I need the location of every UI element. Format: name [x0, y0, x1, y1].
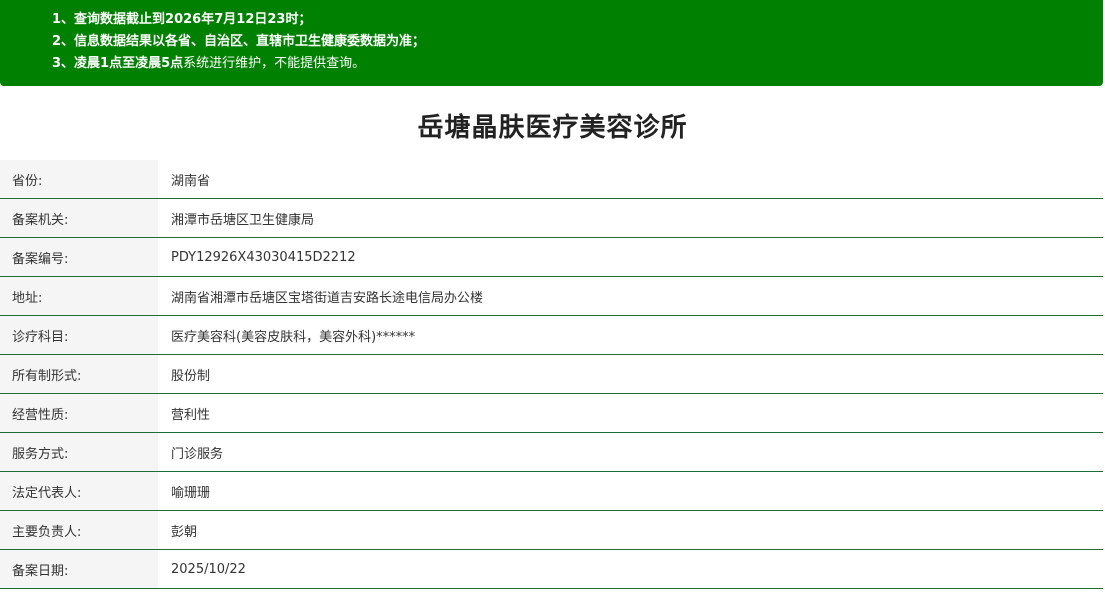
row-label-record-date: 备案日期: — [0, 549, 158, 589]
row-value-legal-representative: 喻珊珊 — [158, 471, 1103, 511]
table-row: 所有制形式: 股份制 — [0, 354, 1103, 394]
row-value-departments: 医疗美容科(美容皮肤科，美容外科)****** — [158, 315, 1103, 355]
row-value-principal: 彭朝 — [158, 510, 1103, 550]
row-label-principal: 主要负责人: — [0, 510, 158, 550]
row-value-province: 湖南省 — [158, 160, 1103, 199]
table-row: 备案机关: 湘潭市岳塘区卫生健康局 — [0, 198, 1103, 238]
row-label-address: 地址: — [0, 276, 158, 316]
table-row: 主要负责人: 彭朝 — [0, 510, 1103, 550]
notice-line-3-bold: 凌晨1点至凌晨5点 — [74, 56, 184, 71]
row-label-record-number: 备案编号: — [0, 237, 158, 277]
row-label-legal-representative: 法定代表人: — [0, 471, 158, 511]
table-row: 省份: 湖南省 — [0, 160, 1103, 199]
table-row: 经营性质: 营利性 — [0, 393, 1103, 433]
page-title: 岳塘晶肤医疗美容诊所 — [417, 113, 688, 143]
notice-line-1: 1、查询数据截止到2026年7月12日23时； — [52, 9, 1103, 31]
table-row: 法定代表人: 喻珊珊 — [0, 471, 1103, 511]
notice-line-2-text: 2、信息数据结果以各省、自治区、直辖市卫生健康委数据为准； — [52, 34, 426, 49]
row-label-departments: 诊疗科目: — [0, 315, 158, 355]
notice-line-3-suffix: 系统进行维护，不能提供查询。 — [183, 56, 366, 71]
info-table: 省份: 湖南省 备案机关: 湘潭市岳塘区卫生健康局 备案编号: PDY12926… — [0, 160, 1103, 589]
notice-banner: 1、查询数据截止到2026年7月12日23时； 2、信息数据结果以各省、自治区、… — [0, 0, 1103, 86]
row-value-ownership: 股份制 — [158, 354, 1103, 394]
table-row: 地址: 湖南省湘潭市岳塘区宝塔街道吉安路长途电信局办公楼 — [0, 276, 1103, 316]
table-row: 诊疗科目: 医疗美容科(美容皮肤科，美容外科)****** — [0, 315, 1103, 355]
notice-line-1-text: 1、查询数据截止到2026年7月12日23时； — [52, 12, 312, 27]
table-row: 备案编号: PDY12926X43030415D2212 — [0, 237, 1103, 277]
row-value-service-mode: 门诊服务 — [158, 432, 1103, 472]
row-value-business-nature: 营利性 — [158, 393, 1103, 433]
row-label-authority: 备案机关: — [0, 198, 158, 238]
row-label-province: 省份: — [0, 160, 158, 199]
notice-line-3: 3、凌晨1点至凌晨5点系统进行维护，不能提供查询。 — [52, 53, 1103, 75]
row-value-address: 湖南省湘潭市岳塘区宝塔街道吉安路长途电信局办公楼 — [158, 276, 1103, 316]
row-value-record-number: PDY12926X43030415D2212 — [158, 237, 1103, 277]
table-row: 备案日期: 2025/10/22 — [0, 549, 1103, 589]
row-label-service-mode: 服务方式: — [0, 432, 158, 472]
row-value-authority: 湘潭市岳塘区卫生健康局 — [158, 198, 1103, 238]
row-label-business-nature: 经营性质: — [0, 393, 158, 433]
row-value-record-date: 2025/10/22 — [158, 549, 1103, 589]
table-row: 服务方式: 门诊服务 — [0, 432, 1103, 472]
notice-line-2: 2、信息数据结果以各省、自治区、直辖市卫生健康委数据为准； — [52, 31, 1103, 53]
notice-line-3-prefix: 3、 — [52, 56, 75, 71]
row-label-ownership: 所有制形式: — [0, 354, 158, 394]
